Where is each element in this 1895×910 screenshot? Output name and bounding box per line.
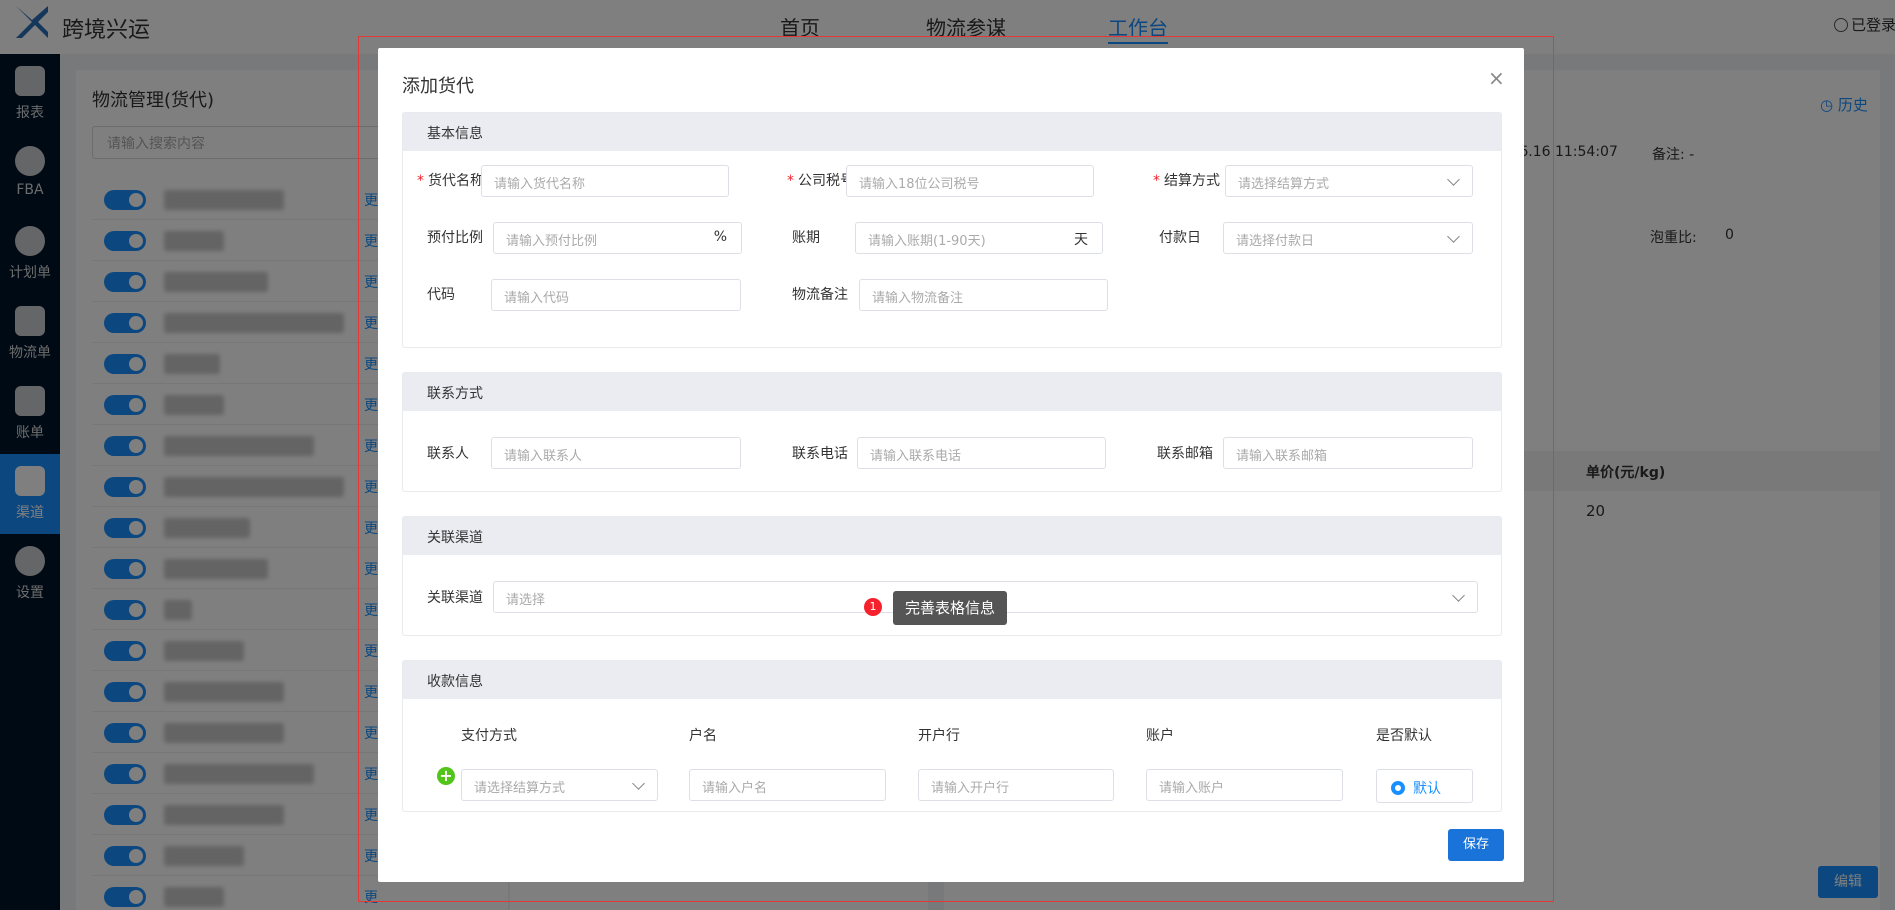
tax-no-input[interactable]: 请输入18位公司税号: [846, 165, 1094, 197]
day-suffix: 天: [1074, 232, 1088, 248]
pay-method-select[interactable]: 请选择结算方式: [461, 769, 658, 801]
default-label: 默认: [1413, 781, 1441, 797]
contact-person-input[interactable]: 请输入联系人: [491, 437, 741, 469]
term-label: 账期: [792, 230, 820, 246]
code-input[interactable]: 请输入代码: [491, 279, 741, 311]
code-label: 代码: [427, 287, 455, 303]
settle-placeholder: 请选择结算方式: [1238, 177, 1330, 192]
tooltip: 完善表格信息: [893, 591, 1007, 625]
pay-day-label: 付款日: [1159, 230, 1201, 246]
col-pay-method: 支付方式: [461, 728, 517, 744]
settle-select[interactable]: 请选择结算方式: [1225, 165, 1473, 197]
section-title: 联系方式: [403, 373, 1501, 411]
section-title: 基本信息: [403, 113, 1501, 151]
bank-input[interactable]: 请输入开户行: [918, 769, 1114, 801]
col-account-name: 户名: [689, 728, 717, 744]
dialog-title: 添加货代: [402, 76, 474, 97]
prepay-input[interactable]: 请输入预付比例%: [493, 222, 742, 254]
section-title: 收款信息: [403, 661, 1501, 699]
tooltip-badge: 1: [864, 598, 882, 616]
contact-phone-input[interactable]: 请输入联系电话: [857, 437, 1106, 469]
forwarder-name-label: 货代名称: [417, 170, 484, 190]
account-name-input[interactable]: 请输入户名: [689, 769, 886, 801]
radio-checked-icon: [1391, 781, 1405, 795]
section-basic-info: 基本信息 货代名称 请输入货代名称 公司税号 请输入18位公司税号 结算方式 请…: [402, 112, 1502, 348]
note-label: 物流备注: [792, 287, 848, 303]
channel-placeholder: 请选择: [506, 593, 546, 608]
percent-suffix: %: [713, 229, 727, 245]
section-title: 关联渠道: [403, 517, 1501, 555]
chevron-down-icon: [1447, 173, 1460, 186]
add-row-icon[interactable]: +: [437, 767, 455, 785]
tax-no-label: 公司税号: [787, 170, 854, 190]
default-radio[interactable]: 默认: [1376, 769, 1473, 803]
save-button[interactable]: 保存: [1448, 829, 1504, 861]
contact-email-label: 联系邮箱: [1157, 446, 1213, 462]
section-payment: 收款信息 支付方式 户名 开户行 账户 是否默认 + 请选择结算方式 请输入户名…: [402, 660, 1502, 812]
pay-day-placeholder: 请选择付款日: [1236, 234, 1315, 249]
term-placeholder: 请输入账期(1-90天): [868, 234, 986, 249]
channel-label: 关联渠道: [427, 590, 483, 606]
chevron-down-icon: [1447, 230, 1460, 243]
contact-person-label: 联系人: [427, 446, 469, 462]
note-textarea[interactable]: 请输入物流备注: [859, 279, 1108, 311]
prepay-placeholder: 请输入预付比例: [506, 234, 598, 249]
forwarder-name-input[interactable]: 请输入货代名称: [481, 165, 729, 197]
prepay-label: 预付比例: [427, 230, 483, 246]
col-default: 是否默认: [1376, 728, 1432, 744]
contact-phone-label: 联系电话: [792, 446, 848, 462]
col-account: 账户: [1146, 728, 1174, 744]
contact-email-input[interactable]: 请输入联系邮箱: [1223, 437, 1473, 469]
chevron-down-icon: [632, 777, 645, 790]
account-input[interactable]: 请输入账户: [1146, 769, 1343, 801]
add-forwarder-dialog: 添加货代 × 基本信息 货代名称 请输入货代名称 公司税号 请输入18位公司税号…: [378, 48, 1524, 882]
pay-day-select[interactable]: 请选择付款日: [1223, 222, 1473, 254]
term-input[interactable]: 请输入账期(1-90天) 天: [855, 222, 1103, 254]
col-bank: 开户行: [918, 728, 960, 744]
pay-method-placeholder: 请选择结算方式: [474, 781, 566, 796]
settle-label: 结算方式: [1153, 170, 1220, 190]
section-contact: 联系方式 联系人 请输入联系人 联系电话 请输入联系电话 联系邮箱 请输入联系邮…: [402, 372, 1502, 492]
chevron-down-icon: [1452, 589, 1465, 602]
close-icon[interactable]: ×: [1488, 66, 1505, 90]
